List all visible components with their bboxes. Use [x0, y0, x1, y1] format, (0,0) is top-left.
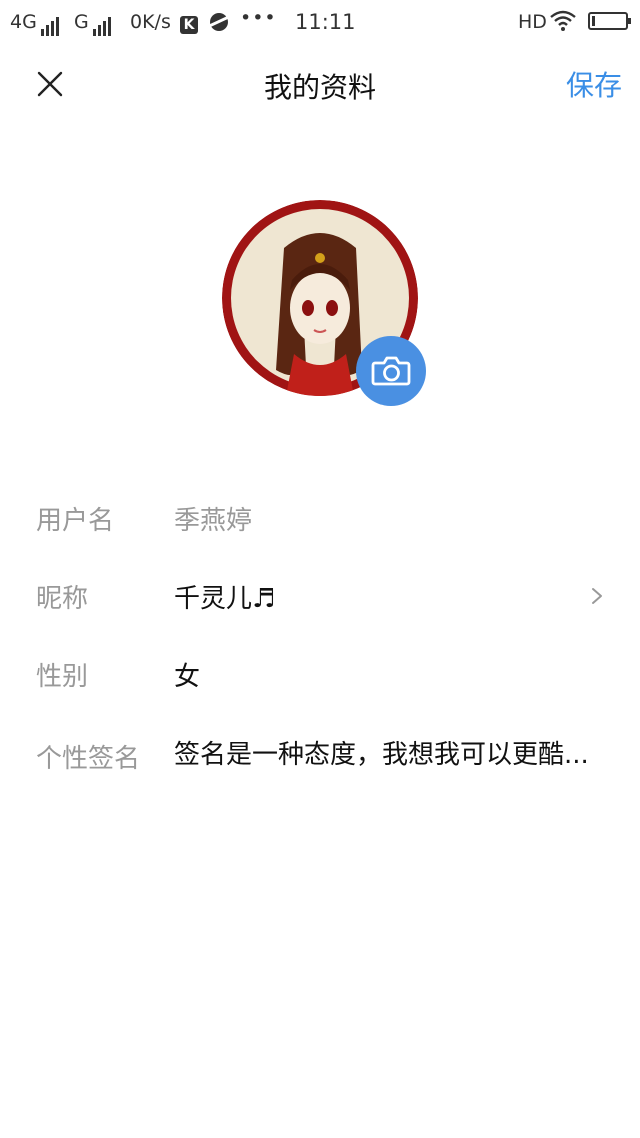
battery-level: [592, 16, 595, 26]
gender-label: 性别: [36, 662, 89, 692]
chevron-right-icon: [590, 586, 604, 606]
username-label: 用户名: [36, 506, 115, 536]
signal-icon: [92, 12, 113, 36]
save-button[interactable]: 保存: [566, 64, 622, 104]
network-4g-label: 4G: [10, 11, 37, 33]
signature-label: 个性签名: [36, 744, 141, 774]
app-badge-icon: K: [180, 16, 198, 34]
change-avatar-button[interactable]: [356, 336, 426, 406]
wifi-icon: [550, 10, 576, 38]
nickname-row[interactable]: 昵称 千灵儿♬: [0, 574, 640, 620]
network-g-label: G: [74, 11, 89, 33]
clock: 11:11: [295, 10, 356, 34]
network-g: G: [74, 10, 113, 36]
nickname-value: 千灵儿♬: [174, 584, 276, 614]
net-speed: 0K/s: [130, 11, 171, 33]
username-value: 季燕婷: [174, 506, 253, 536]
gender-value: 女: [174, 662, 201, 692]
page-title: 我的资料: [263, 71, 376, 104]
network-4g: 4G: [10, 10, 61, 36]
planet-icon: [210, 13, 228, 31]
nickname-label: 昵称: [36, 584, 89, 614]
signature-row[interactable]: 个性签名 签名是一种态度，我想我可以更酷...: [0, 738, 640, 818]
signature-value: 签名是一种态度，我想我可以更酷...: [174, 740, 589, 770]
battery-icon: [588, 12, 631, 30]
gender-row[interactable]: 性别 女: [0, 652, 640, 698]
signal-icon: [40, 12, 61, 36]
hd-indicator: HD: [518, 11, 547, 33]
username-row: 用户名 季燕婷: [0, 496, 640, 542]
header: 我的资料 保存: [0, 50, 640, 116]
camera-icon: [371, 356, 411, 386]
status-bar: 4G G 0K/s K ••• 11:11 HD: [0, 0, 640, 44]
more-icon: •••: [240, 7, 277, 29]
